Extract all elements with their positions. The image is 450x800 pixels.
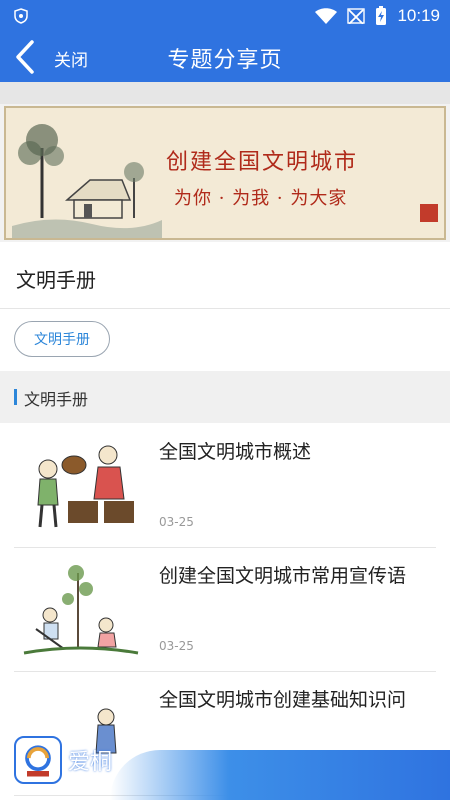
banner-headline: 创建全国文明城市 <box>166 150 359 175</box>
heading-accent-bar <box>14 389 17 405</box>
banner-image[interactable]: 创建全国文明城市 为你 · 为我 · 为大家 <box>4 106 446 240</box>
item-date: 03-25 <box>159 515 194 529</box>
wifi-icon <box>315 8 338 24</box>
no-signal-icon <box>347 8 366 24</box>
section-title: 文明手册 <box>16 268 96 292</box>
battery-charging-icon <box>376 6 387 25</box>
status-bar: 10:19 <box>0 0 450 32</box>
divider-strip <box>0 82 450 104</box>
app-bar: 关闭 专题分享页 <box>0 32 450 82</box>
list-heading-label: 文明手册 <box>24 390 89 409</box>
ink-landscape-illustration <box>12 124 162 238</box>
item-date: 03-25 <box>159 639 194 653</box>
banner-subline: 为你 · 为我 · 为大家 <box>174 188 348 209</box>
article-thumbnail <box>14 435 146 535</box>
seal-stamp <box>420 204 438 222</box>
clock: 10:19 <box>397 6 440 25</box>
brand-label: 爱桐 <box>68 750 113 775</box>
app-logo-icon[interactable] <box>14 736 62 784</box>
shield-icon <box>14 8 28 24</box>
list-item[interactable]: 创建全国文明城市常用宣传语 03-25 <box>14 547 436 672</box>
page-title: 专题分享页 <box>167 48 283 73</box>
list-item[interactable]: 全国文明城市概述 03-25 <box>14 423 436 548</box>
item-title: 创建全国文明城市常用宣传语 <box>159 565 407 587</box>
item-title: 全国文明城市概述 <box>159 441 312 463</box>
tag-row: 文明手册 <box>0 309 450 371</box>
bottom-brand-bar: 爱桐 <box>0 722 450 800</box>
list-heading: 文明手册 <box>0 371 450 423</box>
section-header: 文明手册 <box>0 242 450 309</box>
item-title: 全国文明城市创建基础知识问 <box>159 689 407 711</box>
tag-chip[interactable]: 文明手册 <box>14 321 110 357</box>
bottom-glow <box>110 750 450 800</box>
article-thumbnail <box>14 559 146 659</box>
